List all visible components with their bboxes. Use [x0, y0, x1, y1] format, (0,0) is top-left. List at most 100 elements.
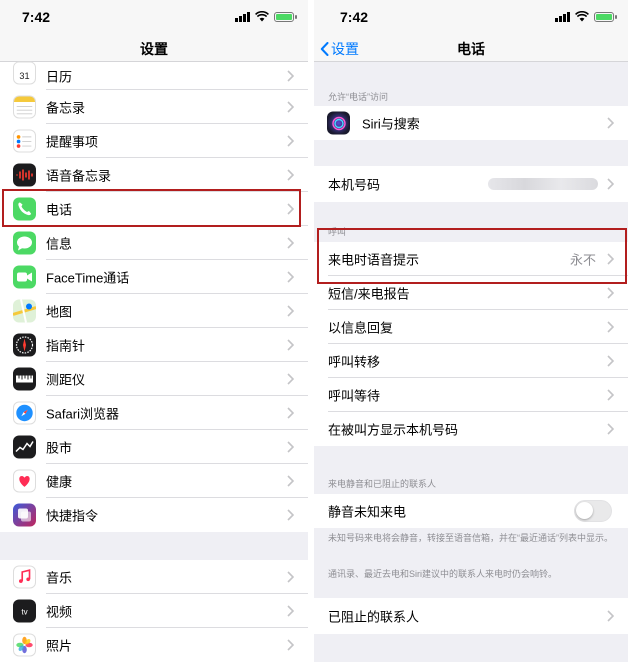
- settings-row-label: 信息: [46, 236, 73, 252]
- section-header-calls: 呼叫: [328, 227, 347, 237]
- call-waiting-label: 呼叫等待: [328, 388, 381, 404]
- silence-unknown-row: 静音未知来电: [314, 494, 628, 528]
- settings-row-label: 提醒事项: [46, 134, 99, 150]
- svg-text:tv: tv: [21, 608, 27, 617]
- stocks-icon: [13, 435, 36, 459]
- photos-icon: [13, 633, 36, 657]
- chevron-right-icon: [287, 407, 294, 419]
- maps-icon: [13, 299, 36, 323]
- chevron-right-icon: [287, 101, 294, 113]
- my-number-row[interactable]: 本机号码: [314, 166, 628, 202]
- settings-row-reminders[interactable]: 提醒事项: [0, 124, 308, 158]
- settings-row-shortcuts[interactable]: 快捷指令: [0, 498, 308, 532]
- battery-icon: [594, 12, 617, 22]
- settings-row-label: 日历: [46, 69, 73, 85]
- respond-with-text-row[interactable]: 以信息回复: [314, 310, 628, 344]
- cellular-signal-icon: [555, 12, 570, 22]
- call-forwarding-label: 呼叫转移: [328, 354, 381, 370]
- call-forwarding-row[interactable]: 呼叫转移: [314, 344, 628, 378]
- announce-calls-row[interactable]: 来电时语音提示 永不: [314, 242, 628, 276]
- siri-search-row[interactable]: Siri与搜索: [314, 106, 628, 140]
- settings-row-label: 音乐: [46, 570, 73, 586]
- settings-row-compass[interactable]: 指南针: [0, 328, 308, 362]
- chevron-right-icon: [287, 509, 294, 521]
- wifi-icon: [575, 11, 589, 22]
- chevron-right-icon: [287, 605, 294, 617]
- settings-row-label: 照片: [46, 638, 73, 654]
- chevron-right-icon: [287, 441, 294, 453]
- chevron-right-icon: [287, 373, 294, 385]
- respond-with-text-label: 以信息回复: [328, 320, 394, 336]
- chevron-right-icon: [607, 287, 614, 299]
- settings-row-phone[interactable]: 电话: [0, 192, 308, 226]
- chevron-right-icon: [287, 639, 294, 651]
- silence-unknown-toggle[interactable]: [574, 500, 612, 522]
- settings-row-safari[interactable]: Safari浏览器: [0, 396, 308, 430]
- settings-row-notes[interactable]: 备忘录: [0, 90, 308, 124]
- blocked-contacts-row[interactable]: 已阻止的联系人: [314, 598, 628, 634]
- voice-memos-icon: [13, 163, 36, 187]
- chevron-right-icon: [287, 135, 294, 147]
- settings-row-tv[interactable]: tv 视频: [0, 594, 308, 628]
- siri-icon: [327, 111, 350, 135]
- chevron-right-icon: [607, 610, 614, 622]
- settings-row-messages[interactable]: 信息: [0, 226, 308, 260]
- settings-row-label: 指南针: [46, 338, 86, 354]
- settings-row-label: 备忘录: [46, 100, 86, 116]
- silence-unknown-label: 静音未知来电: [328, 504, 407, 520]
- chevron-right-icon: [287, 169, 294, 181]
- settings-row-photos[interactable]: 照片: [0, 628, 308, 662]
- sms-call-reporting-label: 短信/来电报告: [328, 286, 410, 302]
- status-bar: 7:42: [314, 0, 628, 34]
- compass-icon: [13, 333, 36, 357]
- show-caller-id-label: 在被叫方显示本机号码: [328, 422, 459, 438]
- facetime-icon: [13, 265, 36, 289]
- settings-row-label: FaceTime通话: [46, 270, 130, 286]
- settings-row-measure[interactable]: 测距仪: [0, 362, 308, 396]
- status-time: 7:42: [22, 9, 51, 25]
- chevron-right-icon: [287, 271, 294, 283]
- nav-bar: 设置 电话: [314, 34, 628, 62]
- chevron-right-icon: [607, 355, 614, 367]
- settings-screen: 7:42 设置 31 日历备忘录提醒事项语音备忘录 电话信息 FaceTime通话 地图…: [0, 0, 308, 662]
- reminders-icon: [13, 129, 36, 153]
- settings-row-health[interactable]: 健康: [0, 464, 308, 498]
- messages-icon: [13, 231, 36, 255]
- settings-row-label: 地图: [46, 304, 73, 320]
- settings-row-facetime[interactable]: FaceTime通话: [0, 260, 308, 294]
- svg-text:31: 31: [19, 71, 29, 81]
- call-waiting-row[interactable]: 呼叫等待: [314, 378, 628, 412]
- settings-row-label: 快捷指令: [46, 508, 99, 524]
- chevron-right-icon: [287, 203, 294, 215]
- chevron-right-icon: [287, 475, 294, 487]
- settings-row-maps[interactable]: 地图: [0, 294, 308, 328]
- settings-row-music[interactable]: 音乐: [0, 560, 308, 594]
- show-caller-id-row[interactable]: 在被叫方显示本机号码: [314, 412, 628, 446]
- chevron-right-icon: [607, 117, 614, 129]
- safari-icon: [13, 401, 36, 425]
- health-icon: [13, 469, 36, 493]
- settings-row-calendar[interactable]: 31 日历: [0, 61, 308, 90]
- music-icon: [13, 565, 36, 589]
- announce-calls-value: 永不: [569, 252, 596, 268]
- siri-search-label: Siri与搜索: [362, 116, 420, 132]
- section-header-allow-access: 允许“电话”访问: [328, 92, 388, 102]
- settings-row-label: Safari浏览器: [46, 406, 119, 422]
- settings-row-label: 股市: [46, 440, 73, 456]
- chevron-right-icon: [607, 389, 614, 401]
- settings-row-voice-memos[interactable]: 语音备忘录: [0, 158, 308, 192]
- sms-call-reporting-row[interactable]: 短信/来电报告: [314, 276, 628, 310]
- chevron-right-icon: [287, 339, 294, 351]
- chevron-right-icon: [607, 178, 614, 190]
- settings-row-stocks[interactable]: 股市: [0, 430, 308, 464]
- status-time: 7:42: [340, 9, 369, 25]
- section-header-silence: 来电静音和已阻止的联系人: [328, 479, 437, 489]
- announce-calls-label: 来电时语音提示: [328, 252, 420, 268]
- chevron-right-icon: [607, 253, 614, 265]
- shortcuts-icon: [13, 503, 36, 527]
- nav-bar: 设置: [0, 34, 308, 62]
- chevron-right-icon: [607, 423, 614, 435]
- my-number-label: 本机号码: [328, 177, 381, 193]
- silence-note-1: 未知号码来电将会静音，转接至语音信箱，并在“最近通话”列表中显示。: [328, 533, 613, 543]
- settings-row-label: 视频: [46, 604, 73, 620]
